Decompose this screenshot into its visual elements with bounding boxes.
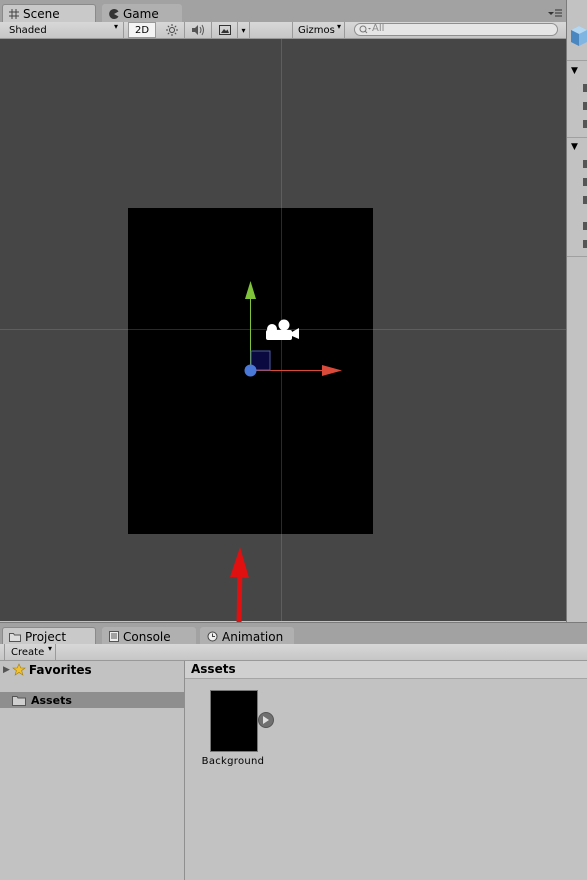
cube-icon bbox=[571, 24, 587, 48]
favorites-label: Favorites bbox=[28, 663, 92, 677]
scene-tab-bar: Scene Game bbox=[0, 0, 566, 23]
asset-label-background[interactable]: Background bbox=[195, 756, 271, 767]
project-folder-tree: ▶ Favorites Assets bbox=[0, 661, 185, 880]
dropdown-arrow-icon: ▾ bbox=[47, 644, 52, 653]
inspector-field-stub bbox=[583, 120, 587, 128]
assets-label: Assets bbox=[31, 693, 72, 707]
pacman-icon bbox=[109, 8, 119, 19]
speaker-icon bbox=[192, 24, 204, 36]
expand-triangle-icon[interactable]: ▼ bbox=[571, 66, 578, 76]
project-tab-bar: Project Console Animation bbox=[0, 622, 587, 645]
scene-toolbar: Shaded ▾ 2D ▾ Gizmos ▾ All bbox=[0, 22, 566, 39]
project-toolbar: Create ▾ bbox=[0, 644, 587, 661]
inspector-field-stub bbox=[583, 160, 587, 168]
inspector-field-stub bbox=[583, 196, 587, 204]
tab-console[interactable]: Console bbox=[102, 627, 196, 645]
inspector-field-stub bbox=[583, 178, 587, 186]
dropdown-arrow-icon: ▾ bbox=[113, 22, 118, 31]
create-dropdown[interactable]: Create ▾ bbox=[4, 644, 56, 660]
project-asset-view: Assets Background bbox=[185, 661, 587, 880]
breadcrumb-assets[interactable]: Assets bbox=[191, 662, 236, 676]
shading-mode-label: Shaded bbox=[9, 24, 47, 36]
expand-arrow-icon[interactable]: ▶ bbox=[3, 665, 10, 675]
dropdown-arrow-icon: ▾ bbox=[336, 22, 341, 31]
search-icon bbox=[359, 25, 371, 34]
scene-audio-toggle[interactable] bbox=[185, 22, 212, 38]
inspector-field-stub bbox=[583, 240, 587, 248]
gizmos-label: Gizmos bbox=[298, 24, 335, 36]
2d-toggle-label: 2D bbox=[134, 24, 150, 36]
star-icon bbox=[12, 663, 26, 676]
sun-icon bbox=[166, 24, 178, 36]
play-icon bbox=[263, 716, 269, 724]
2d-toggle-button[interactable]: 2D bbox=[128, 22, 156, 38]
panel-menu-icon[interactable] bbox=[548, 8, 562, 21]
tab-console-label: Console bbox=[123, 629, 171, 644]
console-icon bbox=[109, 631, 119, 642]
gizmos-dropdown[interactable]: Gizmos ▾ bbox=[292, 22, 345, 38]
favorites-row[interactable]: ▶ Favorites bbox=[0, 661, 184, 679]
tab-project-label: Project bbox=[25, 629, 67, 644]
play-sprite-button[interactable] bbox=[258, 712, 274, 728]
scene-effects-toggle[interactable] bbox=[212, 22, 238, 38]
breadcrumb: Assets bbox=[185, 661, 587, 679]
inspector-field-stub bbox=[583, 102, 587, 110]
tab-project[interactable]: Project bbox=[2, 627, 96, 645]
dropdown-arrow-icon: ▾ bbox=[241, 25, 246, 35]
scene-search-field[interactable]: All bbox=[354, 23, 558, 36]
inspector-field-stub bbox=[583, 222, 587, 230]
folder-icon bbox=[12, 695, 26, 706]
effects-dropdown-arrow[interactable]: ▾ bbox=[238, 22, 250, 38]
inspector-panel: ▼ ▼ bbox=[566, 0, 587, 622]
scene-lighting-toggle[interactable] bbox=[160, 22, 185, 38]
search-placeholder: All bbox=[372, 23, 385, 34]
scene-viewport[interactable] bbox=[0, 39, 566, 621]
asset-thumbnail-background[interactable] bbox=[210, 690, 258, 752]
expand-triangle-icon[interactable]: ▼ bbox=[571, 142, 578, 152]
sidebar-item-assets[interactable]: Assets bbox=[0, 692, 184, 708]
inspector-field-stub bbox=[583, 84, 587, 92]
tab-game[interactable]: Game bbox=[102, 4, 182, 22]
tab-animation[interactable]: Animation bbox=[200, 627, 294, 645]
create-label: Create bbox=[11, 646, 45, 658]
tab-scene-label: Scene bbox=[23, 6, 60, 21]
clock-icon bbox=[207, 631, 218, 642]
hash-icon bbox=[9, 8, 19, 19]
folder-icon bbox=[9, 632, 21, 642]
tab-scene[interactable]: Scene bbox=[2, 4, 96, 22]
shading-mode-dropdown[interactable]: Shaded ▾ bbox=[0, 22, 124, 38]
tab-animation-label: Animation bbox=[222, 629, 284, 644]
pivot-handle bbox=[244, 364, 257, 377]
tab-game-label: Game bbox=[123, 6, 159, 21]
image-icon bbox=[218, 25, 231, 35]
